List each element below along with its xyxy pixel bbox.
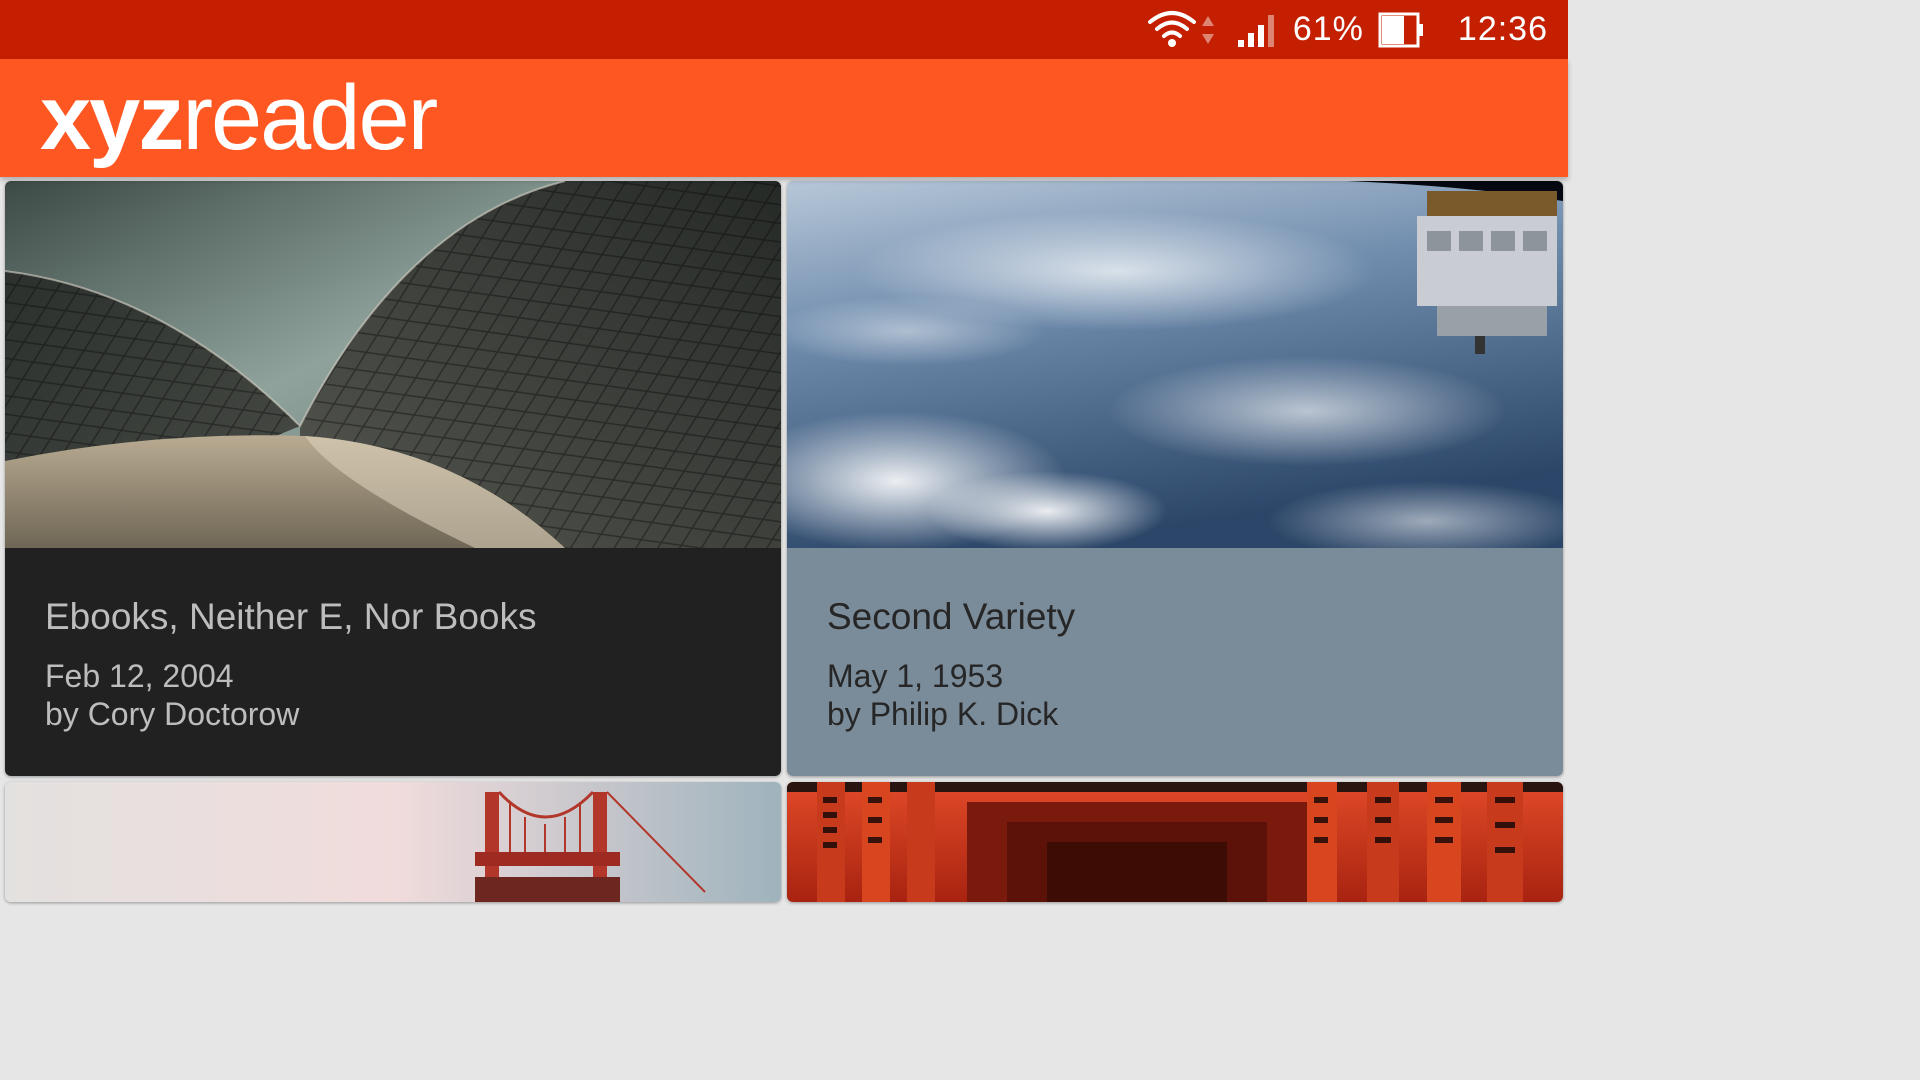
article-card[interactable] bbox=[787, 782, 1563, 902]
app-logo: xyz reader bbox=[40, 59, 438, 177]
article-meta: Second Variety May 1, 1953 by Philip K. … bbox=[787, 548, 1563, 776]
clock: 12:36 bbox=[1457, 10, 1548, 48]
article-author: by Philip K. Dick bbox=[827, 696, 1059, 732]
article-author: by Cory Doctorow bbox=[45, 696, 300, 732]
app-bar: xyz reader bbox=[0, 59, 1568, 177]
status-icons: 61% 12:36 bbox=[1147, 0, 1548, 59]
article-card[interactable] bbox=[5, 782, 781, 902]
article-thumbnail bbox=[787, 181, 1563, 561]
article-date: May 1, 1953 bbox=[827, 658, 1004, 694]
signal-icon bbox=[1237, 12, 1279, 48]
article-date: Feb 12, 2004 bbox=[45, 658, 234, 694]
article-thumbnail bbox=[787, 782, 1563, 902]
satellite-graphic bbox=[1417, 191, 1557, 354]
data-arrows-icon bbox=[1201, 12, 1215, 48]
article-card[interactable]: Second Variety May 1, 1953 by Philip K. … bbox=[787, 181, 1563, 776]
logo-part-light: reader bbox=[182, 67, 438, 169]
article-card[interactable]: Ebooks, Neither E, Nor Books Feb 12, 200… bbox=[5, 181, 781, 776]
status-bar: 61% 12:36 bbox=[0, 0, 1568, 59]
logo-part-bold: xyz bbox=[40, 67, 184, 169]
article-meta: Ebooks, Neither E, Nor Books Feb 12, 200… bbox=[5, 548, 781, 776]
article-title: Second Variety bbox=[827, 596, 1076, 637]
article-thumbnail bbox=[5, 181, 781, 548]
battery-icon bbox=[1378, 12, 1426, 48]
battery-percentage: 61% bbox=[1292, 10, 1364, 48]
article-thumbnail bbox=[5, 782, 781, 902]
wifi-icon bbox=[1147, 10, 1197, 50]
article-title: Ebooks, Neither E, Nor Books bbox=[45, 596, 537, 637]
